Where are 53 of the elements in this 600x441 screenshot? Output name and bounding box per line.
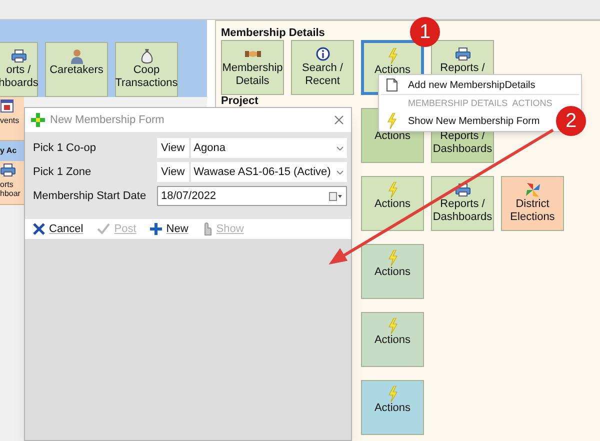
plus-icon: [150, 223, 162, 235]
lightning-icon: [386, 113, 398, 129]
printer-icon: [10, 49, 26, 63]
printer-icon: [0, 163, 16, 177]
section-heading: Membership Details: [221, 28, 325, 39]
info-icon: [316, 47, 330, 61]
menu-header: MEMBERSHIP DETAILS ACTIONS: [408, 96, 552, 110]
toolbar-button[interactable]: Cancel: [33, 220, 84, 238]
tile-button[interactable]: District Elections: [501, 176, 564, 231]
tile-button[interactable]: Actions: [361, 244, 424, 299]
close-icon[interactable]: [333, 114, 345, 126]
date-field[interactable]: 18/07/2022: [157, 186, 347, 206]
section-heading: y Ac: [0, 147, 17, 155]
printer-icon: [454, 183, 470, 197]
hand-icon: [202, 222, 212, 236]
window-title: New Membership Form: [50, 112, 166, 128]
tile-button[interactable]: Actions: [361, 380, 424, 435]
money-bag-icon: [140, 48, 154, 64]
chevron-down-icon: [336, 170, 344, 174]
field-label: Pick 1 Co-op: [32, 140, 97, 156]
app-logo-icon: [31, 113, 45, 127]
lightning-icon: [386, 48, 398, 64]
printer-icon: [454, 47, 470, 61]
calendar-dropdown-icon: [329, 192, 343, 200]
tile-button[interactable]: Actions: [361, 312, 424, 367]
tile-button[interactable]: Caretakers: [45, 42, 108, 97]
person-icon: [70, 48, 84, 64]
dropdown-field[interactable]: Agona: [190, 138, 347, 158]
check-icon: [97, 223, 110, 235]
tile-button[interactable]: Reports / Dashboards: [431, 176, 494, 231]
tile-button[interactable]: vents: [0, 97, 24, 141]
tile-button[interactable]: Coop Transactions: [115, 42, 178, 97]
view-button[interactable]: View: [157, 138, 189, 158]
document-icon: [386, 78, 398, 92]
tile-button[interactable]: Search / Recent: [291, 40, 354, 95]
chevron-down-icon: [336, 146, 344, 150]
lightning-icon: [386, 250, 398, 266]
field-label: Membership Start Date: [32, 188, 148, 204]
calendar-icon: [0, 99, 14, 113]
lightning-icon: [386, 318, 398, 334]
field-label: Pick 1 Zone: [32, 164, 92, 180]
dropdown-field[interactable]: Wawase AS1-06-15 (Active): [190, 162, 347, 182]
tile-button[interactable]: Membership Details: [221, 40, 284, 95]
view-button[interactable]: View: [157, 162, 189, 182]
tile-button[interactable]: Actions: [361, 176, 424, 231]
handshake-icon: [244, 49, 260, 59]
cancel-icon: [33, 223, 45, 235]
lightning-icon: [386, 386, 398, 402]
section-heading: Project: [221, 96, 258, 107]
tile-button[interactable]: orts hboar: [0, 161, 24, 205]
lightning-icon: [386, 182, 398, 198]
pinwheel-icon: [524, 182, 540, 198]
toolbar-button[interactable]: New: [150, 220, 188, 238]
